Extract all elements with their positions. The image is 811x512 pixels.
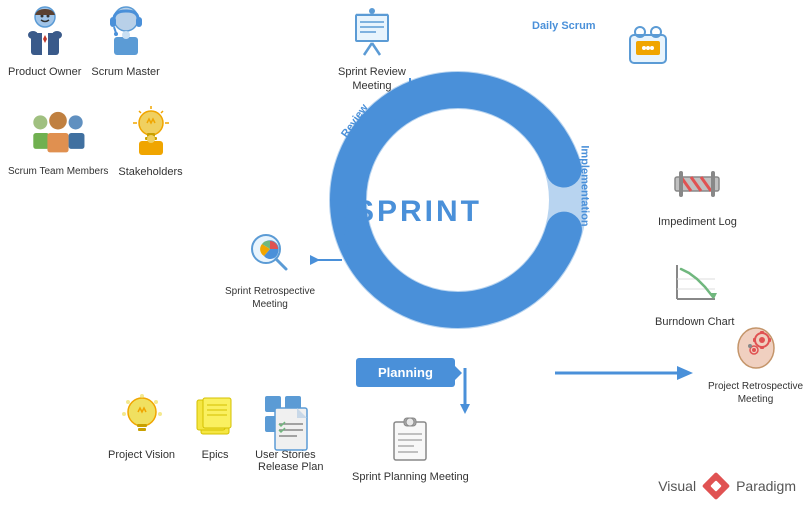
sprint-planning-icon: [382, 410, 438, 466]
product-owner-item: Product Owner: [8, 5, 81, 79]
scrum-master-icon: [98, 5, 154, 61]
impediment-log-label: Impediment Log: [658, 215, 737, 229]
project-retro-item: Project Retrospective Meeting: [700, 320, 811, 406]
product-owner-icon: [17, 5, 73, 61]
stakeholders-item: Stakeholders: [118, 105, 182, 179]
sprint-retro-label: Sprint RetrospectiveMeeting: [225, 285, 315, 311]
scrum-master-label: Scrum Master: [91, 65, 159, 79]
arc-retrospect-label: Retrospect: [341, 197, 353, 254]
scrum-master-item: Scrum Master: [91, 5, 159, 79]
scrum-team-item: Scrum Team Members: [8, 105, 108, 179]
left-mid-row: Scrum Team Members: [8, 105, 183, 179]
project-vision-item: Project Vision: [108, 388, 175, 462]
vp-diamond-container: [702, 472, 730, 500]
impediment-log-item: Impediment Log: [658, 155, 737, 229]
vp-visual-text: Visual: [658, 478, 696, 494]
project-retro-label: Project Retrospective Meeting: [700, 380, 811, 406]
burndown-chart-icon: [667, 255, 723, 311]
daily-scrum-item: [620, 15, 676, 71]
epics-icon: [187, 388, 243, 444]
epics-item: Epics: [187, 388, 243, 462]
daily-scrum-icon: [620, 15, 676, 71]
epics-label: Epics: [202, 448, 229, 462]
planning-label: Planning: [378, 365, 433, 380]
project-retro-icon: [728, 320, 784, 376]
release-plan-item: Release Plan: [258, 400, 323, 474]
scrum-team-icon: [28, 105, 88, 161]
left-top-row: Product Owner Scrum Master: [8, 5, 160, 79]
release-plan-icon: [263, 400, 319, 456]
sprint-retro-icon: [242, 225, 298, 281]
sprint-planning-label: Sprint Planning Meeting: [352, 470, 469, 484]
sprint-center-label: SPRINT: [354, 195, 482, 229]
vp-logo: Visual Paradigm: [658, 472, 796, 500]
project-vision-label: Project Vision: [108, 448, 175, 462]
stakeholders-label: Stakeholders: [118, 165, 182, 179]
sprint-planning-item: Sprint Planning Meeting: [352, 410, 469, 484]
vp-paradigm-text: Paradigm: [736, 478, 796, 494]
stakeholders-icon: [123, 105, 179, 161]
retro-arrow: [308, 250, 343, 275]
planning-down-arrow: [455, 368, 475, 423]
burndown-chart-item: Burndown Chart: [655, 255, 735, 329]
scrum-team-label: Scrum Team Members: [8, 165, 108, 178]
product-owner-label: Product Owner: [8, 65, 81, 79]
planning-arrow-button: Planning: [356, 358, 455, 387]
project-vision-icon: [114, 388, 170, 444]
impediment-log-icon: [669, 155, 725, 211]
release-plan-label: Release Plan: [258, 460, 323, 474]
sprint-retro-item: Sprint RetrospectiveMeeting: [225, 225, 315, 311]
daily-scrum-arc-label: Daily Scrum: [532, 20, 596, 32]
review-arrow: [390, 78, 430, 118]
arc-implementation-label: Implementation: [579, 145, 591, 226]
planning-right-arrow: [555, 358, 695, 393]
sprint-review-icon: [344, 5, 400, 61]
